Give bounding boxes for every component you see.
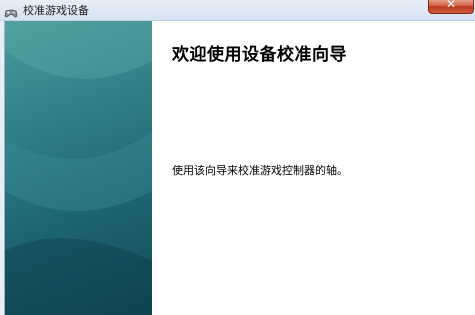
close-icon: ✕ [445,0,457,11]
wizard-content: 欢迎使用设备校准向导 使用该向导来校准游戏控制器的轴。 [4,21,475,315]
wizard-heading: 欢迎使用设备校准向导 [172,45,347,65]
window-title: 校准游戏设备 [23,4,89,17]
title-bar[interactable]: 校准游戏设备 ✕ [0,0,475,21]
calibration-wizard-window: 校准游戏设备 ✕ 欢迎使用设备校准向导 使用该向导来校准游戏控制器的轴。 [0,0,475,315]
game-controller-icon [4,4,18,18]
wizard-side-banner [5,21,152,315]
close-button[interactable]: ✕ [428,0,474,14]
wizard-description: 使用该向导来校准游戏控制器的轴。 [172,164,348,177]
wizard-main-panel: 欢迎使用设备校准向导 使用该向导来校准游戏控制器的轴。 [152,21,475,315]
